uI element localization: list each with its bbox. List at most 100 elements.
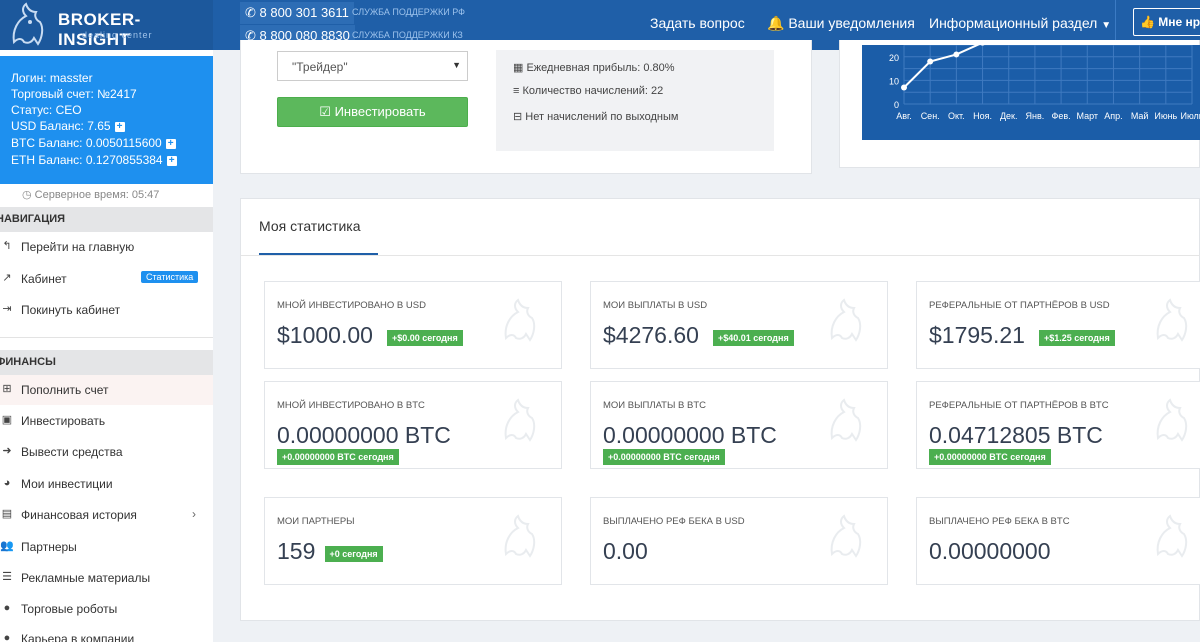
globe-icon: ●: [3, 602, 11, 614]
x-tick-label: Окт.: [948, 111, 965, 121]
stat-card: Мной инвестировано в BTC 0.00000000 BTC +0…: [264, 381, 562, 469]
pie-chart-icon: ◕: [3, 477, 11, 489]
folder-icon: ▤: [1, 508, 13, 520]
sidebar-item-home[interactable]: ↰ Перейти на главную: [0, 232, 213, 262]
chevron-right-icon: ›: [192, 507, 196, 521]
calendar-icon: ▦: [513, 62, 524, 74]
sidebar-item-withdraw[interactable]: ➜ Вывести средства: [0, 437, 213, 467]
add-btc-icon[interactable]: +: [165, 138, 176, 149]
sidebar-item-finance-history[interactable]: ▤ Финансовая история ›: [0, 500, 213, 530]
y-tick-label: 20: [889, 53, 899, 63]
accruals-count-text: Количество начислений: 22: [522, 85, 664, 97]
logo[interactable]: BROKER-INSIGHT dealing center: [0, 0, 213, 50]
bull-watermark-icon: [1148, 512, 1198, 567]
usd-balance: USD Баланс: 7.65: [11, 119, 111, 133]
bull-watermark-icon: [496, 512, 546, 567]
users-icon: 👥: [0, 540, 14, 552]
invest-button-label: Инвестировать: [334, 104, 426, 119]
stat-today-badge: +0.00000000 BTC сегодня: [929, 449, 1051, 465]
bull-watermark-icon: [496, 396, 546, 451]
server-time-label: Серверное время: 05:47: [34, 189, 160, 201]
stat-today-badge: +0.00000000 BTC сегодня: [603, 449, 725, 465]
sidebar-item-logout[interactable]: ⇥ Покинуть кабинет: [0, 295, 213, 325]
stat-title: Реферальные от партнёров в BTC: [929, 400, 1109, 411]
bell-icon: 🔔: [767, 15, 785, 31]
notifications-label: Ваши уведомления: [788, 15, 915, 31]
info-section-dropdown[interactable]: Информационный раздел ▼: [929, 15, 1111, 31]
user-status: Статус: CEO: [11, 103, 82, 117]
sidebar-item-my-investments[interactable]: ◕ Мои инвестиции: [0, 469, 213, 499]
sidebar-item-cabinet[interactable]: ↗ Кабинет Статистика: [0, 264, 213, 294]
tab-rule: [241, 255, 1200, 256]
sidebar-item-label: Карьера в компании: [21, 632, 135, 642]
add-eth-icon[interactable]: +: [166, 155, 177, 166]
arrow-right-icon: ➜: [2, 445, 12, 457]
sidebar-item-label: Пополнить счет: [21, 383, 109, 397]
plan-select[interactable]: "Трейдер" ▼: [277, 51, 468, 81]
x-tick-label: Июль: [1181, 111, 1200, 121]
add-usd-icon[interactable]: +: [114, 121, 125, 132]
stat-title: Реферальные от партнёров в USD: [929, 300, 1110, 311]
sidebar-item-label: Рекламные материалы: [21, 571, 151, 585]
bull-watermark-icon: [496, 296, 546, 351]
invest-button[interactable]: ☑ Инвестировать: [277, 97, 468, 127]
accruals-count: ≡ Количество начислений: 22: [513, 85, 663, 97]
sidebar-item-robots[interactable]: ● Торговые роботы: [0, 594, 213, 624]
sidebar-item-label: Вывести средства: [21, 445, 123, 459]
sidebar-item-promo[interactable]: ☰ Рекламные материалы: [0, 563, 213, 593]
tab-my-statistics[interactable]: Моя статистика: [259, 218, 361, 234]
plus-square-icon: ⊞: [2, 383, 12, 395]
phone-kz-note: СЛУЖБА ПОДДЕРЖКИ КЗ: [352, 30, 463, 40]
x-tick-label: Сен.: [921, 111, 940, 121]
eth-balance: ETH Баланс: 0.1270855384: [11, 153, 163, 167]
stat-title: Мои выплаты в BTC: [603, 400, 707, 411]
x-tick-label: Дек.: [1000, 111, 1018, 121]
x-tick-label: Янв.: [1026, 111, 1045, 121]
info-section-label: Информационный раздел: [929, 15, 1098, 31]
sidebar-item-invest[interactable]: ▣ Инвестировать: [0, 406, 213, 436]
like-button[interactable]: 👍 Мне нравится: [1133, 8, 1200, 36]
stat-value: 0.00000000 BTC: [277, 422, 451, 448]
stat-today-badge: +$40.01 сегодня: [713, 330, 794, 346]
minus-square-icon: ⊟: [513, 111, 523, 123]
sign-out-icon: ⇥: [2, 303, 12, 315]
series-line: [903, 41, 983, 89]
x-tick-label: Апр.: [1104, 111, 1122, 121]
x-tick-label: Авг.: [896, 111, 911, 121]
check-square-icon: ☑: [319, 104, 331, 119]
sidebar-item-label: Инвестировать: [21, 414, 106, 428]
sidebar-item-deposit[interactable]: ⊞ Пополнить счет: [0, 375, 213, 405]
data-point: [901, 84, 907, 91]
sidebar-item-career[interactable]: ● Карьера в компании: [0, 624, 213, 642]
plan-select-value: "Трейдер": [292, 60, 348, 74]
caret-down-icon: ▼: [1101, 20, 1112, 31]
user-info-box: Логин: masster Торговый счет: №2417 Стат…: [0, 56, 213, 184]
sidebar-item-partners[interactable]: 👥 Партнеры: [0, 532, 213, 562]
logo-bull-icon: [12, 2, 44, 46]
bull-watermark-icon: [822, 512, 872, 567]
phone-ru[interactable]: ✆ 8 800 301 3611: [240, 2, 354, 24]
list-icon: ☰: [2, 571, 12, 583]
x-tick-label: Фев.: [1052, 111, 1071, 121]
caret-down-icon: ▼: [452, 60, 461, 70]
reply-icon: ↰: [2, 240, 12, 252]
data-point: [953, 51, 960, 58]
y-tick-label: 10: [889, 76, 899, 86]
bull-watermark-icon: [1148, 396, 1198, 451]
ask-question-link[interactable]: Задать вопрос: [650, 15, 745, 31]
daily-profit: ▦ Ежедневная прибыль: 0.80%: [513, 61, 675, 74]
daily-profit-text: Ежедневная прибыль: 0.80%: [526, 62, 675, 74]
stat-today-badge: +0 сегодня: [324, 546, 383, 562]
stat-value: 0.00: [603, 538, 648, 564]
no-weekend-text: Нет начислений по выходным: [525, 111, 679, 123]
notifications-link[interactable]: 🔔 Ваши уведомления: [767, 15, 915, 32]
stat-today-badge: +$1.25 сегодня: [1039, 330, 1115, 346]
stat-card: Реферальные от партнёров в USD $1795.21 +$…: [916, 281, 1200, 369]
no-weekend-accruals: ⊟ Нет начислений по выходным: [513, 110, 678, 123]
stat-value: 159: [277, 538, 316, 564]
sidebar-item-label: Финансовая история: [21, 508, 137, 522]
stat-title: Мной инвестировано в USD: [277, 300, 426, 311]
stat-card: Выплачено реф бека в USD 0.00: [590, 497, 888, 585]
x-tick-label: Ноя.: [973, 111, 992, 121]
like-label: Мне нравится: [1158, 15, 1200, 29]
